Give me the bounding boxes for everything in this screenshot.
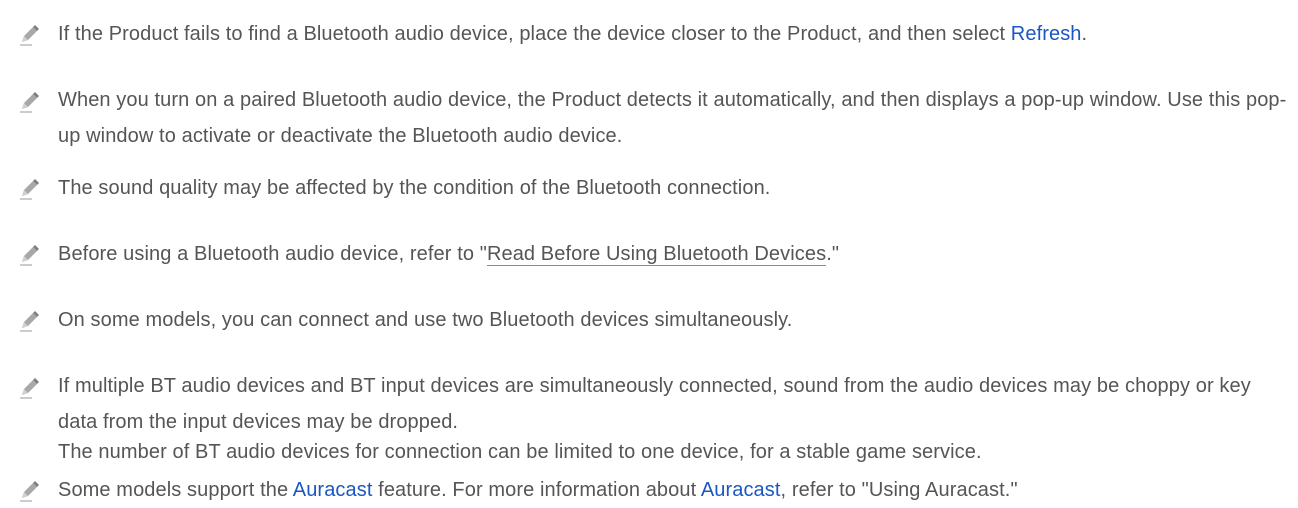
pencil-icon — [18, 310, 40, 332]
note-text-start: Before using a Bluetooth audio device, r… — [58, 243, 487, 265]
pencil-icon — [18, 244, 40, 266]
note-text: On some models, you can connect and use … — [58, 309, 793, 331]
notes-list: If the Product fails to find a Bluetooth… — [0, 0, 1298, 504]
auracast-link[interactable]: Auracast — [293, 479, 373, 501]
note-text-middle: feature. For more information about — [372, 479, 701, 501]
note-text: The sound quality may be affected by the… — [58, 177, 771, 199]
note-text: If the Product fails to find a Bluetooth… — [58, 16, 1288, 52]
note-text: Some models support the Auracast feature… — [58, 472, 1288, 508]
pencil-icon — [18, 178, 40, 200]
note-text: Before using a Bluetooth audio device, r… — [58, 236, 1288, 272]
note-text-start: If the Product fails to find a Bluetooth… — [58, 23, 1011, 45]
read-before-using-bluetooth-link[interactable]: Read Before Using Bluetooth Devices — [486, 243, 827, 266]
refresh-link[interactable]: Refresh — [1011, 23, 1082, 45]
auracast-link[interactable]: Auracast — [701, 479, 781, 501]
pencil-icon — [18, 24, 40, 46]
note-text: If multiple BT audio devices and BT inpu… — [58, 375, 1251, 433]
note-text-end: . — [1081, 23, 1088, 45]
note-text-start: Some models support the — [58, 479, 293, 501]
pencil-icon — [18, 91, 40, 113]
note-text-end: ." — [826, 243, 840, 265]
pencil-icon — [18, 480, 40, 502]
note-text: When you turn on a paired Bluetooth audi… — [58, 89, 1287, 147]
pencil-icon — [18, 377, 40, 399]
note-text: The number of BT audio devices for conne… — [58, 441, 982, 463]
note-text-end: , refer to "Using Auracast." — [780, 479, 1018, 501]
